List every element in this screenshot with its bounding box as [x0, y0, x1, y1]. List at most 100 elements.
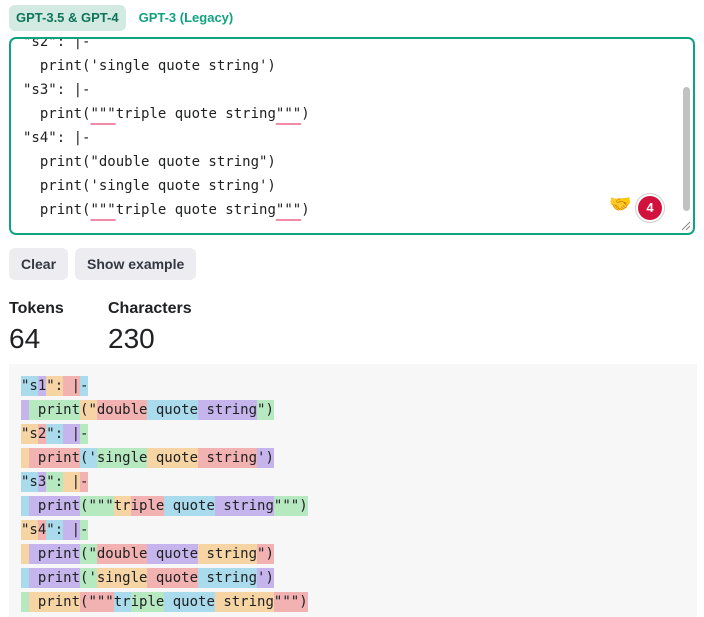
token: (""" [80, 496, 114, 516]
token-line: print('single quote string') [21, 446, 308, 470]
token: "s [21, 472, 38, 492]
editor-line: print('single quote string') [23, 174, 310, 198]
handshake-icon[interactable]: 🤝 [609, 194, 631, 215]
token: "s [21, 424, 38, 444]
clear-button[interactable]: Clear [9, 248, 69, 280]
token: quote [164, 496, 215, 516]
editor-line: "s4": |- [23, 126, 310, 150]
token-line: print('single quote string') [21, 566, 308, 590]
token: iple [130, 496, 165, 516]
token: single [96, 448, 148, 468]
editor-line: print("""triple quote string""") [23, 198, 310, 222]
editor-text-segment: triple quote string [115, 202, 276, 218]
token-line: "s2": |- [21, 422, 308, 446]
token-line: "s1": |- [21, 374, 308, 398]
editor-line: "s2": |- [23, 37, 310, 54]
token: single [96, 568, 148, 588]
editor-text-segment: print( [23, 202, 91, 218]
token: print [29, 544, 81, 564]
token: """) [273, 592, 308, 612]
tokens-value: 64 [9, 323, 41, 354]
editor-line: "s3": |- [23, 78, 310, 102]
characters-stat: Characters 230 [108, 300, 192, 355]
token: tr [113, 496, 131, 516]
show-example-button[interactable]: Show example [75, 248, 197, 280]
token: string [214, 496, 274, 516]
token: print [29, 448, 81, 468]
editor-text-segment: print('single quote string') [23, 58, 276, 74]
token: - [80, 472, 89, 492]
token-line: print("double quote string") [21, 398, 308, 422]
editor-text-segment: print("double quote string") [23, 154, 276, 170]
text-input-area[interactable]: "s2": |- print('single quote string') "s3… [9, 37, 695, 235]
spellcheck-segment: """ [90, 106, 116, 122]
token-line: print("""triple quote string""") [21, 590, 308, 614]
editor-scrollbar[interactable] [683, 87, 690, 211]
editor-text-segment: "s3": |- [23, 82, 91, 98]
tokens-label: Tokens [9, 300, 64, 317]
editor-line: print('single quote string') [23, 54, 310, 78]
tokenized-output: "s1": |- print("double quote string") "s2… [9, 364, 697, 617]
editor-line: print("""triple quote string""") [23, 102, 310, 126]
token: quote [147, 568, 199, 588]
editor-text-segment: print('single quote string') [23, 178, 276, 194]
token: "s [21, 520, 38, 540]
token-line: "s3": |- [21, 470, 308, 494]
token: string [198, 400, 258, 420]
token: | [63, 376, 81, 396]
token: - [80, 520, 89, 540]
token-line: print("""triple quote string""") [21, 494, 308, 518]
characters-value: 230 [108, 323, 155, 354]
token: (" [80, 400, 97, 420]
token-line: print("double quote string") [21, 542, 308, 566]
token: (" [80, 544, 97, 564]
token: | [63, 472, 81, 492]
token: ') [257, 568, 274, 588]
token: string [198, 544, 258, 564]
action-buttons: Clear Show example [9, 248, 197, 280]
tokens-stat: Tokens 64 [9, 300, 64, 355]
token: quote [164, 592, 215, 612]
token: string [214, 592, 274, 612]
tab-gpt3-legacy[interactable]: GPT-3 (Legacy) [132, 5, 241, 31]
token: quote [147, 400, 199, 420]
token: (' [80, 568, 97, 588]
token: ") [257, 544, 274, 564]
editor-text-segment: "s2": |- [23, 37, 91, 50]
editor-text-segment: "s4": |- [23, 130, 91, 146]
notification-badge[interactable]: 4 [638, 196, 662, 220]
token: ": [46, 520, 64, 540]
token: double [96, 400, 148, 420]
editor-text-segment: ) [301, 106, 310, 122]
token: ": [46, 376, 64, 396]
editor-text-segment: triple quote string [115, 106, 276, 122]
token: "s [21, 376, 38, 396]
editor-line: print("double quote string") [23, 150, 310, 174]
token: string [198, 568, 258, 588]
token: print [29, 592, 81, 612]
spellcheck-segment: """ [90, 202, 116, 218]
token: (""" [80, 592, 114, 612]
token: print [29, 400, 81, 420]
editor-text-segment: ) [301, 202, 310, 218]
token: double [96, 544, 148, 564]
token: | [63, 520, 81, 540]
editor-text-segment: print( [23, 106, 91, 122]
characters-label: Characters [108, 300, 192, 317]
token: (' [80, 448, 97, 468]
token: tr [113, 592, 131, 612]
resize-grip-icon[interactable] [681, 221, 691, 231]
spellcheck-segment: """ [275, 202, 302, 218]
token: print [29, 496, 81, 516]
spellcheck-segment: """ [275, 106, 302, 122]
token-line: "s4": |- [21, 518, 308, 542]
token: - [80, 424, 89, 444]
token: quote [147, 448, 199, 468]
model-tabs: GPT-3.5 & GPT-4 GPT-3 (Legacy) [9, 5, 240, 31]
tab-gpt35-gpt4[interactable]: GPT-3.5 & GPT-4 [9, 5, 126, 31]
token: print [29, 568, 81, 588]
token: ") [257, 400, 274, 420]
token: ') [257, 448, 274, 468]
token: """) [273, 496, 308, 516]
token: ": [46, 424, 64, 444]
